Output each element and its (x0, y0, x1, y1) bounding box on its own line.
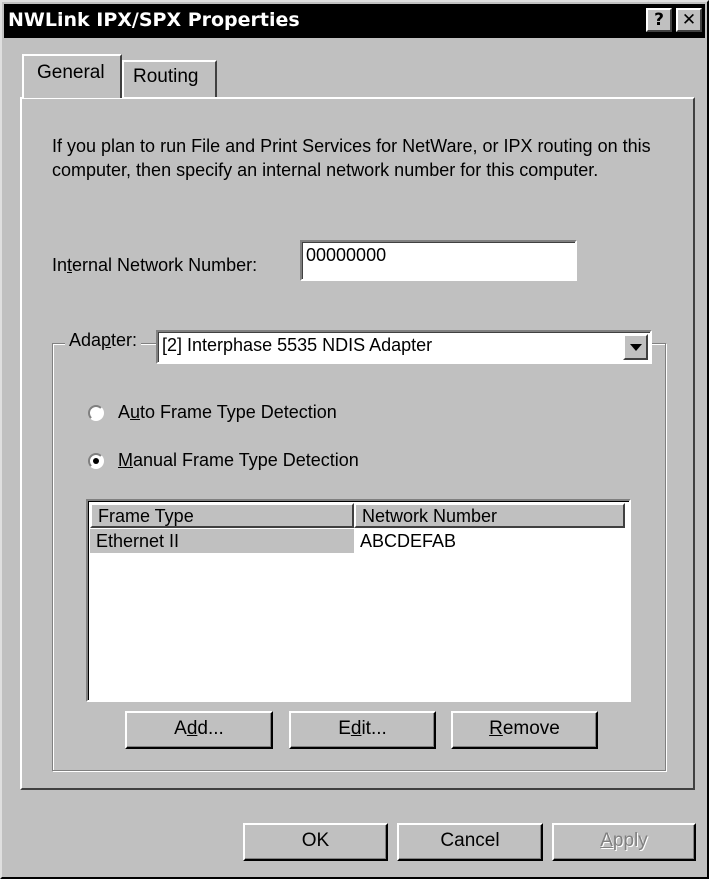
internal-network-number-input[interactable]: 00000000 (300, 240, 577, 281)
adapter-select[interactable]: [2] Interphase 5535 NDIS Adapter (156, 330, 652, 364)
internal-network-number-label: Internal Network Number: (52, 255, 258, 275)
add-button[interactable]: Add... (125, 711, 273, 749)
auto-frame-type-label[interactable]: Auto Frame Type Detection (118, 402, 337, 423)
chevron-down-icon[interactable] (623, 334, 648, 360)
edit-button[interactable]: Edit... (289, 711, 436, 749)
adapter-label: Adapter: (65, 330, 142, 351)
frame-type-list[interactable]: Frame Type Network Number Ethernet II AB… (86, 499, 631, 702)
auto-frame-type-radio[interactable] (88, 405, 104, 421)
description-text: If you plan to run File and Print Servic… (52, 136, 651, 180)
manual-frame-type-radio[interactable] (88, 453, 104, 469)
manual-frame-type-label[interactable]: Manual Frame Type Detection (118, 450, 359, 471)
table-cell-network-number[interactable]: ABCDEFAB (354, 529, 625, 553)
cancel-button[interactable]: Cancel (397, 823, 543, 861)
remove-button[interactable]: Remove (451, 711, 598, 749)
column-header-network-number[interactable]: Network Number (354, 503, 625, 528)
column-header-frame-type[interactable]: Frame Type (90, 503, 354, 528)
table-row[interactable]: Ethernet II (90, 529, 354, 553)
apply-button[interactable]: Apply (552, 823, 696, 861)
adapter-select-value: [2] Interphase 5535 NDIS Adapter (162, 335, 433, 355)
ok-button[interactable]: OK (243, 823, 388, 861)
